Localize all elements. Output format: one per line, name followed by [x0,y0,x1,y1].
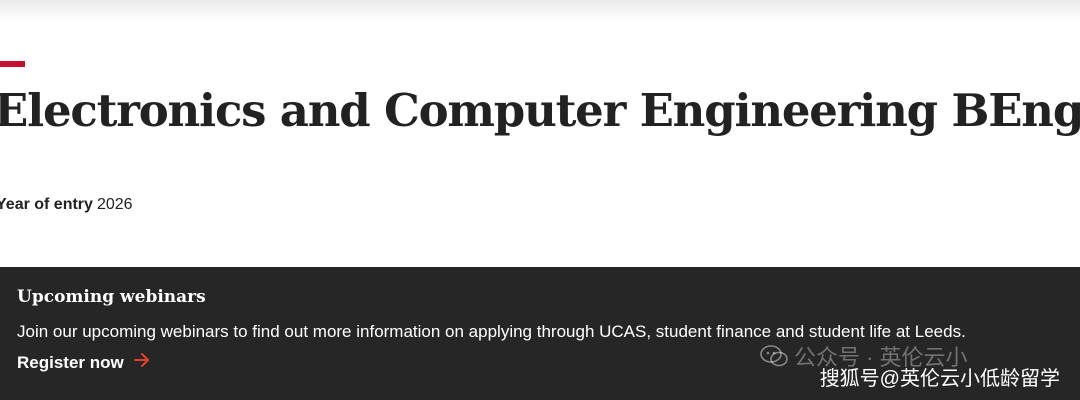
watermark: 公众号 · 英伦云小 搜狐号@英伦云小低龄留学 [760,340,1060,392]
arrow-right-icon [134,352,150,372]
title-accent-bar [0,61,25,67]
wechat-icon [760,345,788,373]
year-of-entry: Year of entry 2026 [0,196,133,214]
page-title: Electronics and Computer Engineering BEn… [0,84,1080,137]
register-now-link[interactable]: Register now [17,353,150,373]
year-of-entry-value: 2026 [96,196,133,213]
year-of-entry-label: Year of entry [0,196,93,213]
webinar-description: Join our upcoming webinars to find out m… [17,322,966,341]
top-nav-shadow [0,0,1080,22]
register-now-label: Register now [17,353,124,372]
page: Electronics and Computer Engineering BEn… [0,0,1080,400]
webinar-title: Upcoming webinars [17,287,206,307]
watermark-line-2: 搜狐号@英伦云小低龄留学 [819,368,1060,390]
